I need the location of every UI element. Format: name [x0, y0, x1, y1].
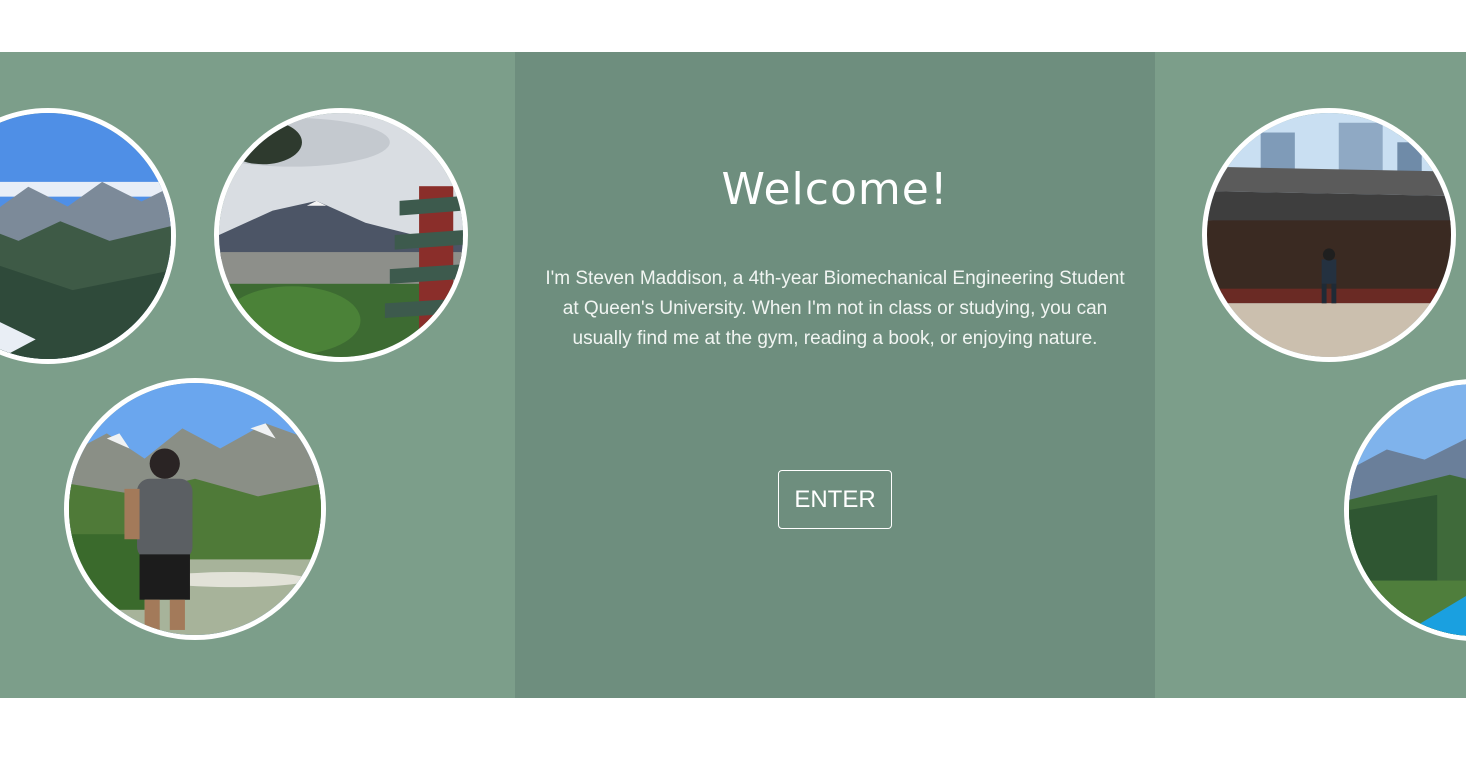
- photo-mountain-range: [0, 108, 176, 364]
- intro-text: I'm Steven Maddison, a 4th-year Biomecha…: [545, 268, 1125, 349]
- photo-hiker-river: [64, 378, 326, 640]
- enter-button[interactable]: ENTER: [778, 470, 892, 529]
- photo-valley-tent: [1344, 379, 1466, 641]
- welcome-panel: Welcome! I'm Steven Maddison, a 4th-year…: [515, 52, 1155, 698]
- hero-band: Welcome! I'm Steven Maddison, a 4th-year…: [0, 52, 1466, 698]
- photo-temple-city: [1202, 108, 1456, 362]
- photo-fuji-pagoda: [214, 108, 468, 362]
- welcome-title: Welcome!: [721, 164, 949, 215]
